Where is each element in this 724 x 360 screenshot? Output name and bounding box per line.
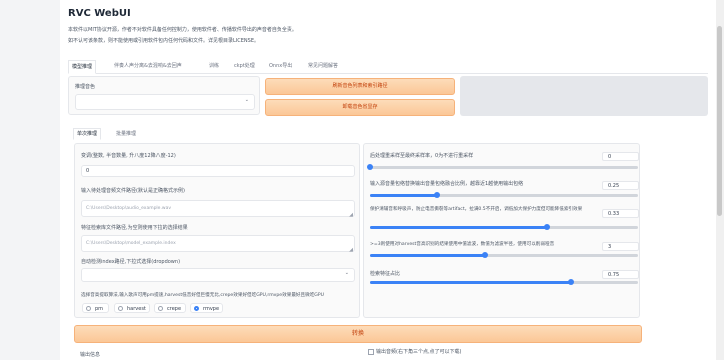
resample-slider[interactable] — [367, 164, 638, 170]
voice-dropdown[interactable]: ⌄ — [75, 94, 255, 110]
index-path-placeholder: C:\Users\Desktop\model_example.index — [86, 241, 176, 246]
transpose-input[interactable]: 0 — [81, 165, 355, 177]
license-text-2: 如不认可该条款，则不能使用或引用软件包内任何代码和文件。详见根目录LICENSE… — [68, 38, 259, 44]
filter-radius-slider-fill — [370, 254, 486, 257]
f0-radio-harvest-label: harvest — [127, 306, 146, 312]
index-rate-slider[interactable] — [370, 279, 638, 285]
tab-train[interactable]: 训练 — [209, 62, 219, 69]
refresh-voices-button[interactable]: 刷新音色列表和索引路径 — [265, 78, 455, 95]
convert-button[interactable]: 转换 — [74, 325, 642, 343]
f0-radio-rmvpe-label: rmvpe — [203, 306, 220, 312]
radio-selected-icon — [194, 306, 199, 311]
f0-radio-rmvpe[interactable]: rmvpe — [190, 303, 223, 313]
chevron-down-icon: ⌄ — [244, 97, 249, 103]
tab-inference[interactable]: 模型推理 — [68, 60, 97, 74]
protect-slider-fill — [370, 226, 547, 229]
input-path-label: 输入待处理音频文件路径(默认是正确格式示例) — [81, 188, 185, 194]
scrollbar-thumb[interactable] — [717, 26, 722, 216]
auto-index-dropdown[interactable]: ⌄ — [81, 268, 355, 282]
resample-slider-thumb[interactable] — [367, 164, 373, 170]
unload-voice-button[interactable]: 卸载音色省显存 — [265, 99, 455, 116]
radio-icon — [158, 306, 163, 311]
filter-radius-slider[interactable] — [370, 252, 638, 258]
rms-mix-slider-thumb[interactable] — [434, 192, 440, 198]
f0-radio-crepe[interactable]: crepe — [154, 303, 186, 313]
input-path-placeholder: C:\Users\Desktop\audio_example.wav — [86, 206, 171, 211]
rms-mix-number-input[interactable]: 0.25 — [602, 181, 639, 190]
index-path-textarea[interactable]: C:\Users\Desktop\model_example.index ◢ — [81, 235, 355, 253]
transpose-value: 0 — [86, 168, 90, 174]
rms-mix-slider[interactable] — [370, 192, 638, 198]
index-path-label: 特征检索库文件路径,为空则使用下拉的选择结果 — [81, 225, 188, 231]
output-audio-label: 输出音频(右下角三个点,点了可以下载) — [376, 349, 462, 355]
subtab-single[interactable]: 单次推理 — [73, 128, 102, 140]
f0-method-label: 选择音高提取算法,输入歌声可用pm提速,harvest低音好但巨慢无比,crep… — [81, 293, 324, 298]
voice-label: 推理音色 — [75, 84, 96, 90]
filter-radius-label: >=3则使用对harvest音高识别的结果使用中值滤波，数值为滤波半径，使用可以… — [370, 242, 555, 247]
filter-radius-number-input[interactable]: 3 — [602, 242, 639, 251]
f0-radio-crepe-label: crepe — [167, 306, 182, 312]
rms-mix-slider-fill — [370, 194, 437, 197]
tab-onnx[interactable]: Onnx导出 — [269, 62, 292, 69]
subtab-batch[interactable]: 批量推理 — [116, 130, 136, 137]
tab-faq[interactable]: 常见问题解答 — [308, 62, 338, 69]
f0-radio-pm-label: pm — [95, 306, 104, 312]
index-rate-slider-fill — [370, 281, 571, 284]
transpose-label: 变调(整数, 半音数量, 升八度12降八度-12) — [81, 153, 176, 159]
output-audio-icon — [368, 349, 374, 355]
protect-number-input[interactable]: 0.33 — [602, 209, 639, 218]
filter-radius-slider-thumb[interactable] — [482, 252, 489, 258]
f0-radio-pm[interactable]: pm — [82, 303, 109, 313]
page: RVC WebUI 本软件以MIT协议开源，作者不对软件具备任何控制力，使用软件… — [0, 0, 724, 360]
resize-handle-icon[interactable]: ◢ — [349, 212, 353, 218]
main-tabs: 模型推理 伴奏人声分离&去混响&去回声 训练 ckpt处理 Onnx导出 常见问… — [68, 60, 708, 74]
tab-ckpt[interactable]: ckpt处理 — [234, 62, 255, 69]
radio-icon — [86, 306, 91, 311]
protect-label: 保护清辅音和呼吸声，防止电音撕裂等artifact，拉满0.5不开启，调低加大保… — [370, 207, 583, 212]
voice-panel: 推理音色 ⌄ — [68, 76, 260, 115]
index-rate-label: 检索特征占比 — [370, 271, 401, 277]
input-path-textarea[interactable]: C:\Users\Desktop\audio_example.wav ◢ — [81, 200, 355, 218]
license-text-1: 本软件以MIT协议开源，作者不对软件具备任何控制力，使用软件者、传播软件导出的声… — [68, 27, 297, 33]
app-title: RVC WebUI — [68, 8, 131, 19]
model-info-box — [460, 76, 708, 116]
single-inference-right-panel: 后处理重采样至最终采样率，0为不进行重采样 0 输入源音量包络替换输出音量包络融… — [363, 143, 640, 318]
output-info-label: 输出信息 — [80, 352, 101, 358]
chevron-down-icon: ⌄ — [344, 270, 349, 276]
tab-uvr[interactable]: 伴奏人声分离&去混响&去回声 — [114, 62, 182, 69]
f0-radio-harvest[interactable]: harvest — [114, 303, 150, 313]
protect-slider-thumb[interactable] — [543, 224, 550, 230]
resample-label: 后处理重采样至最终采样率，0为不进行重采样 — [370, 153, 474, 159]
auto-index-label: 自动检测index路径,下拉式选择(dropdown) — [81, 259, 181, 265]
protect-slider[interactable] — [370, 224, 638, 230]
resample-number-input[interactable]: 0 — [602, 152, 639, 161]
rms-mix-label: 输入源音量包络替换输出音量包络融合比例，越靠近1越使用输出包络 — [370, 181, 524, 187]
index-rate-slider-thumb[interactable] — [568, 279, 574, 285]
index-rate-number-input[interactable]: 0.75 — [602, 270, 639, 279]
radio-icon — [118, 306, 123, 311]
resize-handle-icon[interactable]: ◢ — [349, 247, 353, 253]
single-inference-left-panel: 变调(整数, 半音数量, 升八度12降八度-12) 0 输入待处理音频文件路径(… — [74, 143, 360, 318]
